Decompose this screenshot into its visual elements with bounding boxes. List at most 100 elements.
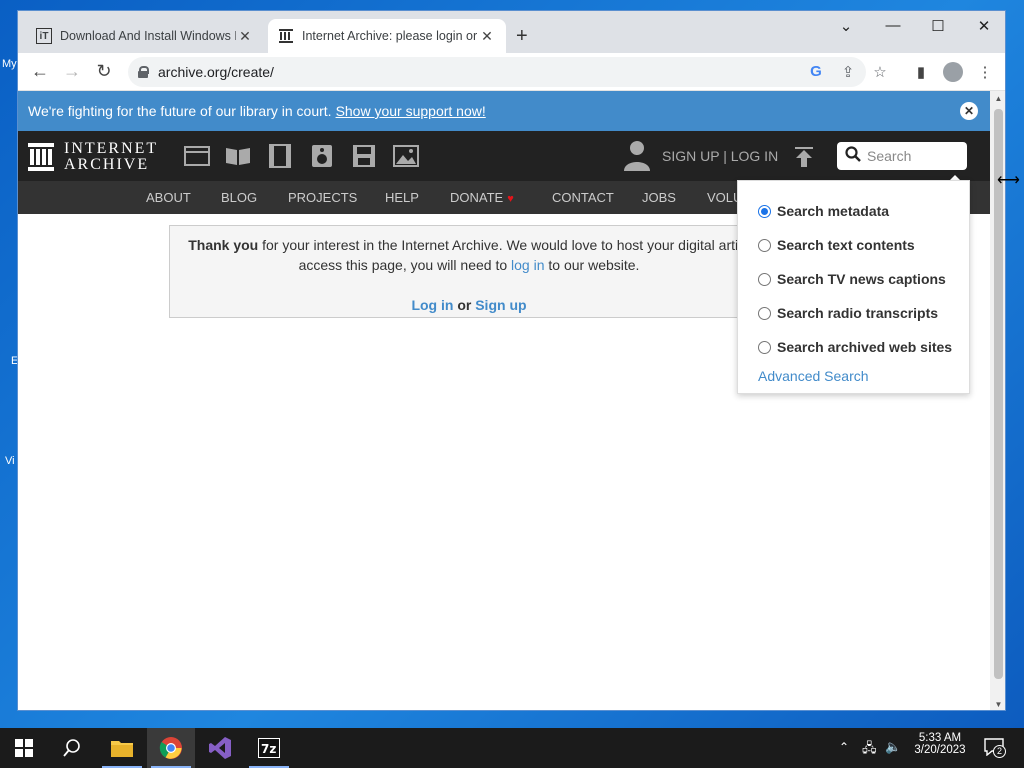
google-lens-icon[interactable]: G [806,63,826,80]
address-bar[interactable]: archive.org/create/ [128,57,866,87]
search-icon [845,145,861,167]
page-viewport: We're fighting for the future of our lib… [18,91,990,710]
radio-button[interactable] [758,238,771,252]
search-option-radio[interactable]: Search radio transcripts [758,296,969,330]
side-panel-icon[interactable]: ▮ [910,63,932,81]
clock-time: 5:33 AM [918,732,962,744]
nav-help[interactable]: HELP [385,190,419,205]
windows-logo-icon [15,739,33,757]
radio-button[interactable] [758,340,771,354]
tab-internet-archive[interactable]: Internet Archive: please login or j ✕ [268,19,506,53]
search-options-dropdown: Search metadata Search text contents Sea… [737,180,970,394]
signup-login-link[interactable]: SIGN UP | LOG IN [662,148,778,164]
back-button[interactable]: ← [28,61,52,82]
file-explorer-button[interactable] [98,728,146,768]
chrome-taskbar-button[interactable] [147,728,195,768]
volume-icon[interactable]: 🔈 [885,739,901,755]
nav-donate[interactable]: DONATE ♥ [450,190,514,205]
start-button[interactable] [0,728,48,768]
search-box[interactable] [837,142,967,170]
web-icon[interactable] [184,144,210,168]
search-taskbar-button[interactable] [48,728,96,768]
support-banner: We're fighting for the future of our lib… [18,91,990,131]
heart-icon: ♥ [507,193,514,205]
search-option-label: Search text contents [777,237,915,253]
desktop-icon-label[interactable]: Vi [5,455,15,467]
ia-logo[interactable]: INTERNET ARCHIVE [28,141,158,173]
url-text: archive.org/create/ [158,64,274,80]
close-tab-icon[interactable]: ✕ [236,28,254,45]
search-option-tv[interactable]: Search TV news captions [758,262,969,296]
notice-login-link[interactable]: log in [511,257,544,273]
upload-icon[interactable] [794,146,814,168]
7zip-button[interactable]: 7z [245,728,293,768]
search-option-metadata[interactable]: Search metadata [758,194,969,228]
banner-close-icon[interactable]: ✕ [960,102,978,120]
search-option-label: Search radio transcripts [777,305,939,321]
banner-support-link[interactable]: Show your support now! [336,103,486,119]
profile-avatar-icon[interactable] [943,62,963,82]
login-link[interactable]: Log in [411,297,453,313]
logo-line-archive: ARCHIVE [64,156,150,173]
search-input[interactable] [867,148,962,164]
nav-projects[interactable]: PROJECTS [288,190,357,205]
close-tab-icon[interactable]: ✕ [478,28,496,45]
svg-text:7z: 7z [261,742,276,756]
notice-text-1: for your interest in the Internet Archiv… [258,237,750,253]
menu-kebab-icon[interactable]: ⋮ [974,63,996,81]
clock[interactable]: 5:33 AM 3/20/2023 [910,732,970,756]
images-icon[interactable] [393,144,419,168]
new-tab-button[interactable]: + [516,25,528,48]
texts-icon[interactable] [225,144,251,168]
search-option-label: Search archived web sites [777,339,953,355]
tab-search-icon[interactable]: ⌄ [831,17,861,35]
logo-line-internet: INTERNET [64,140,159,157]
maximize-button[interactable]: ☐ [923,17,953,35]
search-option-text[interactable]: Search text contents [758,228,969,262]
scroll-up-arrow-icon[interactable]: ▲ [990,94,1005,103]
signup-link[interactable]: Sign up [475,297,526,313]
tab-title: Download And Install Windows M [60,29,236,43]
video-icon[interactable] [267,144,293,168]
advanced-search-link[interactable]: Advanced Search [758,368,969,384]
lock-icon [138,66,149,78]
minimize-button[interactable]: — [878,17,908,34]
notice-text-3: to our website. [544,257,640,273]
radio-button[interactable] [758,204,771,218]
nav-about[interactable]: ABOUT [146,190,191,205]
show-hidden-icons-icon[interactable]: ⌃ [839,740,849,754]
reload-button[interactable]: ↻ [92,61,116,82]
search-option-web[interactable]: Search archived web sites [758,330,969,364]
radio-button[interactable] [758,272,771,286]
archive-building-icon [28,143,54,171]
forward-button[interactable]: → [60,61,84,82]
notice-lead: Thank you [188,237,259,253]
radio-button[interactable] [758,306,771,320]
audio-icon[interactable] [309,144,335,168]
clock-date: 3/20/2023 [914,744,966,756]
scroll-thumb[interactable] [994,109,1003,679]
archive-favicon-icon [278,28,294,44]
user-icon[interactable] [623,139,651,171]
desktop-icon-label[interactable]: My [2,58,17,70]
close-window-button[interactable]: ✕ [969,17,999,35]
bookmark-star-icon[interactable]: ☆ [870,63,890,81]
tab-title: Internet Archive: please login or j [302,29,478,43]
share-icon[interactable]: ⇪ [838,63,858,81]
nav-blog[interactable]: BLOG [221,190,257,205]
network-icon[interactable]: 🖧 [862,739,877,761]
chrome-icon [159,737,182,759]
scroll-down-arrow-icon[interactable]: ▼ [990,700,1005,709]
tab-strip: iT Download And Install Windows M ✕ Inte… [18,11,1005,53]
nav-jobs[interactable]: JOBS [642,190,676,205]
visual-studio-icon [209,737,231,759]
visual-studio-button[interactable] [196,728,244,768]
nav-contact[interactable]: CONTACT [552,190,614,205]
banner-text: We're fighting for the future of our lib… [28,103,332,119]
notice-text-2: access this page, you will need to [298,257,512,273]
notification-center-icon[interactable]: 2 [982,738,1006,758]
browser-toolbar: ← → ↻ archive.org/create/ G ⇪ ☆ ▮ ⋮ [18,53,1005,91]
software-icon[interactable] [351,144,377,168]
tab-download-windows[interactable]: iT Download And Install Windows M ✕ [26,19,264,53]
notification-count-badge: 2 [993,745,1006,758]
